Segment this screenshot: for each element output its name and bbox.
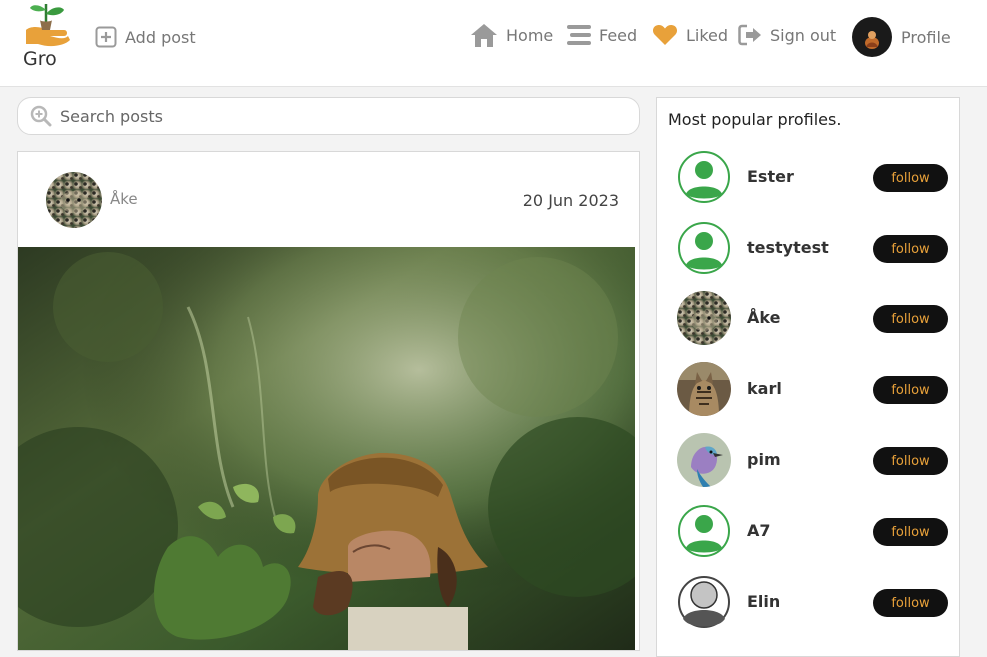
profile-row-testytest[interactable]: testytest follow: [677, 221, 949, 277]
profile-row-a7[interactable]: A7 follow: [677, 504, 949, 560]
sprout-in-hand-icon: [26, 4, 70, 47]
profile-name[interactable]: Åke: [747, 308, 780, 327]
profile-row-karl[interactable]: karl follow: [677, 362, 949, 418]
follow-button[interactable]: follow: [873, 589, 948, 617]
nav-profile-label: Profile: [901, 27, 951, 47]
profile-name[interactable]: karl: [747, 379, 782, 398]
profile-name[interactable]: Ester: [747, 167, 794, 186]
post-image[interactable]: [18, 247, 635, 650]
tabby-cat-photo-icon: [677, 362, 731, 416]
avatar: [852, 17, 892, 57]
profile-row-elin[interactable]: Elin follow: [677, 575, 949, 631]
nav-liked-label: Liked: [686, 25, 729, 45]
default-user-icon: [677, 504, 731, 558]
follow-button[interactable]: follow: [873, 235, 948, 263]
follow-button[interactable]: follow: [873, 376, 948, 404]
follow-button[interactable]: follow: [873, 164, 948, 192]
woman-with-plants-photo: [18, 247, 635, 650]
heart-icon: [652, 24, 678, 45]
home-icon: [471, 24, 497, 47]
search-bar: [17, 97, 640, 135]
feed-icon: [567, 25, 591, 45]
profile-row-ester[interactable]: Ester follow: [677, 150, 949, 206]
popular-profiles-panel: Most popular profiles. Ester follow test…: [656, 97, 960, 657]
nav-profile[interactable]: Profile: [852, 17, 951, 57]
post-author-avatar[interactable]: [46, 172, 102, 228]
nav-sign-out-label: Sign out: [770, 25, 837, 45]
add-post-button[interactable]: Add post: [95, 22, 196, 52]
follow-button[interactable]: follow: [873, 305, 948, 333]
nav-feed[interactable]: Feed: [567, 20, 637, 50]
brand-name: Gro: [23, 48, 57, 70]
search-icon: [30, 105, 52, 127]
generic-user-silhouette-icon: [677, 575, 731, 629]
nav-home-label: Home: [506, 25, 554, 45]
post-author-name[interactable]: Åke: [110, 190, 138, 208]
panel-title: Most popular profiles.: [668, 110, 842, 129]
profile-row-pim[interactable]: pim follow: [677, 433, 949, 489]
profile-name[interactable]: A7: [747, 521, 771, 540]
default-user-icon: [677, 221, 731, 275]
profile-name[interactable]: Elin: [747, 592, 780, 611]
plus-square-icon: [95, 26, 117, 48]
nav-liked[interactable]: Liked: [652, 20, 728, 50]
nav-home[interactable]: Home: [470, 20, 553, 50]
bird-photo-icon: [677, 433, 731, 487]
profile-photo-icon: [852, 17, 892, 57]
follow-button[interactable]: follow: [873, 447, 948, 475]
profile-name[interactable]: testytest: [747, 238, 829, 257]
leopard-photo-icon: [677, 291, 731, 345]
post-card: Åke 20 Jun 2023: [17, 151, 640, 651]
nav-sign-out[interactable]: Sign out: [738, 20, 836, 50]
search-input[interactable]: [60, 106, 620, 126]
leopard-photo-icon: [46, 172, 102, 228]
post-date: 20 Jun 2023: [522, 191, 619, 210]
nav-feed-label: Feed: [599, 25, 638, 45]
sign-out-icon: [738, 24, 761, 46]
profile-row-ake[interactable]: Åke follow: [677, 291, 949, 347]
profile-name[interactable]: pim: [747, 450, 781, 469]
top-navbar: Gro Add post Home Feed Liked Sign out Pr…: [0, 0, 987, 87]
default-user-icon: [677, 150, 731, 204]
follow-button[interactable]: follow: [873, 518, 948, 546]
add-post-label: Add post: [125, 27, 196, 47]
